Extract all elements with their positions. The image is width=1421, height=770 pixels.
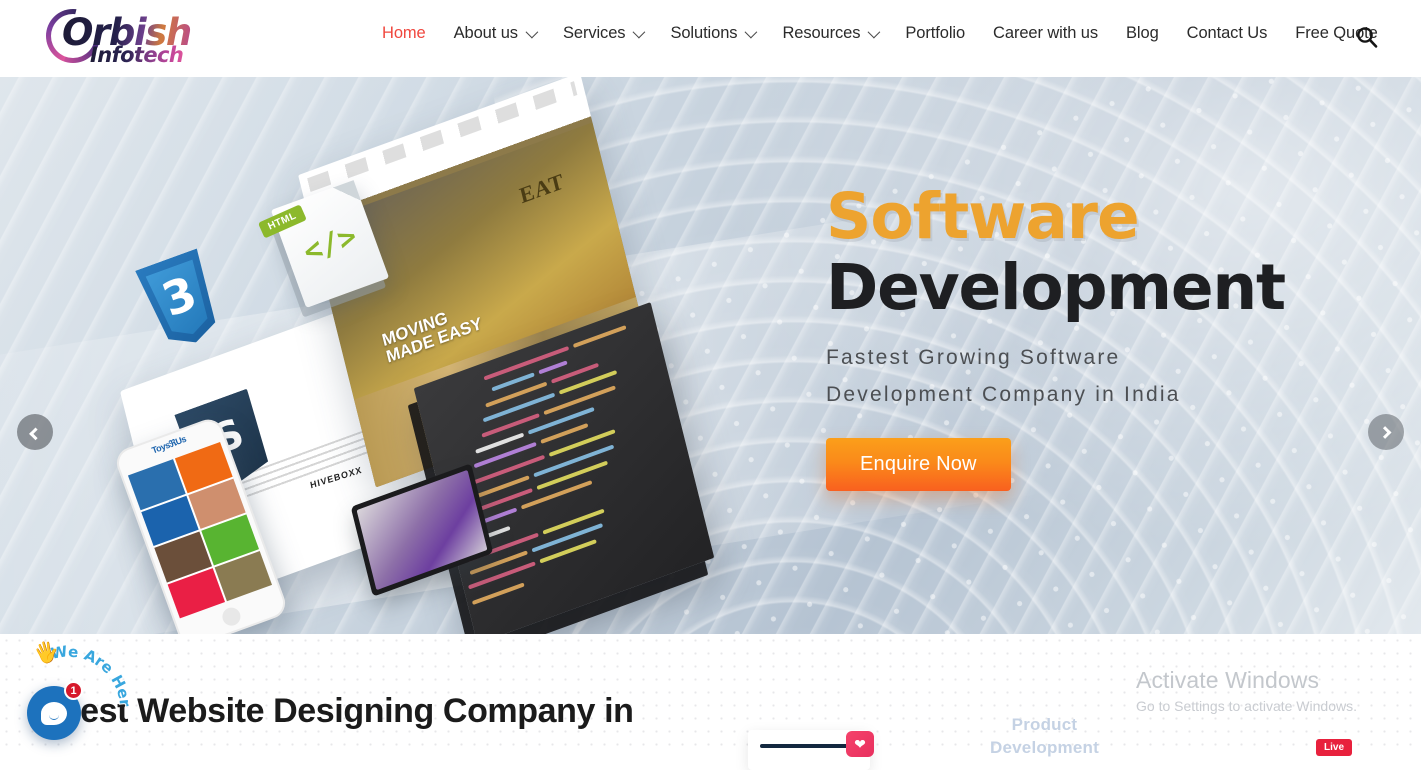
chat-bubble-icon: [41, 701, 67, 725]
nav-label: Resources: [782, 24, 861, 42]
nav-item-home[interactable]: Home: [368, 24, 440, 43]
nav-label: Blog: [1126, 24, 1159, 42]
nav-item-career-with-us[interactable]: Career with us: [979, 24, 1112, 43]
nav-label: Portfolio: [905, 24, 966, 42]
activate-windows-watermark: Activate Windows Go to Settings to activ…: [1136, 667, 1357, 714]
heart-icon: ❤: [846, 731, 874, 757]
chevron-right-icon: [1378, 425, 1391, 439]
hero-title-line2: Development: [826, 251, 1286, 325]
site-header: Orbish Infotech Home About us Services S…: [0, 0, 1421, 77]
product-development-label: Product Development: [990, 714, 1099, 760]
css3-logo-icon: 3: [129, 246, 232, 355]
chevron-left-icon: [28, 427, 42, 440]
search-icon[interactable]: [1356, 26, 1378, 48]
chevron-down-icon: [633, 25, 646, 39]
site-logo[interactable]: Orbish Infotech: [44, 5, 192, 67]
chevron-down-icon: [867, 25, 881, 39]
hero-subtitle-line2: Development Company in India: [826, 382, 1181, 406]
collage-phone-home-button: [219, 605, 243, 629]
hero-title-line1: Software: [826, 180, 1140, 253]
hero-subtitle-line1: Fastest Growing Software: [826, 346, 1121, 370]
nav-label: About us: [453, 24, 518, 42]
logo-sub-text: Infotech: [90, 43, 184, 67]
search-icon-svg: [1357, 27, 1378, 48]
nav-label: Solutions: [670, 24, 738, 42]
nav-item-blog[interactable]: Blog: [1112, 24, 1173, 43]
hero-slider: HIVEBOXX EAT MOVING MADE EASY 3 HTML </>…: [0, 77, 1421, 634]
watermark-title: Activate Windows: [1136, 667, 1320, 693]
hero-collage-image: HIVEBOXX EAT MOVING MADE EASY 3 HTML </>…: [112, 77, 780, 634]
chat-widget: We Are Here! 🖐 1: [18, 638, 158, 748]
chat-unread-badge: 1: [64, 681, 83, 700]
primary-navigation: Home About us Services Solutions Resourc…: [368, 24, 1392, 43]
product-development-line2: Development: [990, 737, 1099, 757]
nav-item-about-us[interactable]: About us: [440, 24, 549, 43]
hero-copy: Software Development Fastest Growing Sof…: [826, 180, 1346, 491]
chevron-down-icon: [744, 25, 758, 39]
nav-item-resources[interactable]: Resources: [768, 24, 891, 43]
live-badge: Live: [1316, 739, 1353, 756]
nav-label: Contact Us: [1186, 24, 1268, 42]
product-development-line1: Product: [1011, 715, 1078, 734]
nav-label: Career with us: [993, 24, 1099, 42]
css3-logo-glyph: 3: [155, 265, 204, 328]
enquire-now-button[interactable]: Enquire Now: [826, 437, 1011, 491]
carousel-next-button[interactable]: [1368, 414, 1404, 450]
nav-label: Home: [382, 24, 426, 42]
watermark-subtitle: Go to Settings to activate Windows.: [1136, 698, 1357, 714]
carousel-prev-button[interactable]: [17, 414, 53, 450]
nav-item-portfolio[interactable]: Portfolio: [891, 24, 979, 43]
nav-item-contact-us[interactable]: Contact Us: [1173, 24, 1282, 43]
nav-label: Services: [562, 24, 626, 42]
hero-subtitle: Fastest Growing Software Development Com…: [826, 340, 1346, 414]
content-mockup-card-line: [760, 744, 856, 748]
chevron-down-icon: [525, 25, 539, 39]
nav-item-services[interactable]: Services: [549, 24, 656, 43]
nav-item-solutions[interactable]: Solutions: [656, 24, 768, 43]
